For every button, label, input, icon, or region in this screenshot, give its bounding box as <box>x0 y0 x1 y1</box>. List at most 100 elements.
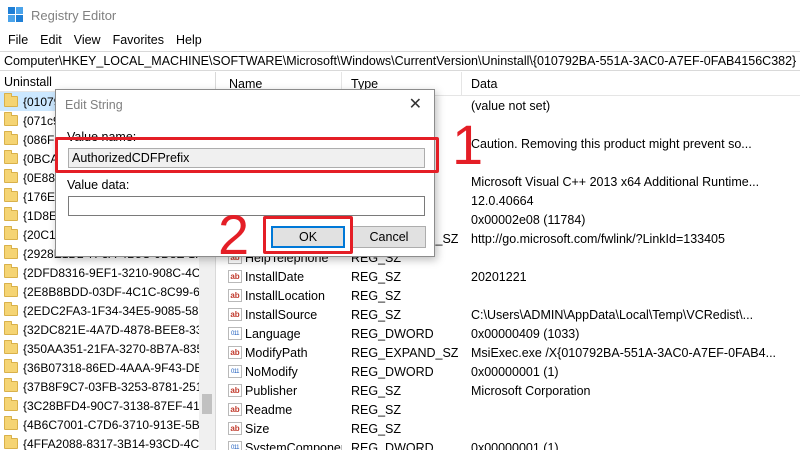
value-name: InstallSource <box>245 307 318 322</box>
value-type: REG_SZ <box>351 383 402 398</box>
reg-binary-icon: 011 <box>228 441 242 450</box>
value-name: Readme <box>245 402 293 417</box>
registry-editor-icon <box>8 7 24 23</box>
tree-item[interactable]: {4FFA2088-8317-3B14-93CD-4C699DB37843} <box>0 434 215 450</box>
address-bar[interactable]: Computer\HKEY_LOCAL_MACHINE\SOFTWARE\Mic… <box>0 51 800 71</box>
menu-file[interactable]: File <box>2 33 34 47</box>
value-name-cell: 011 SystemComponent <box>220 441 342 450</box>
cancel-button[interactable]: Cancel <box>352 226 426 248</box>
tree-item-label: {2EDC2FA3-1F34-34E5-9085-588C9EFD1CC6} <box>23 303 215 318</box>
value-type: REG_DWORD <box>351 440 434 450</box>
column-header-data[interactable]: Data <box>462 72 800 96</box>
folder-icon <box>4 93 18 107</box>
value-name-cell: ab Readme <box>220 403 342 417</box>
tree-item[interactable]: {4B6C7001-C7D6-3710-913E-5BC23FCE91E6} <box>0 415 215 434</box>
tree-item[interactable]: {2E8B8BDD-03DF-4C1C-8C99-6E4A2C7DCA5C} <box>0 282 215 301</box>
value-row[interactable]: ab Readme REG_SZ <box>220 400 800 419</box>
tree-item[interactable]: {37B8F9C7-03FB-3253-8781-2517C99D7C00} <box>0 377 215 396</box>
value-row[interactable]: ab Publisher REG_SZ Microsoft Corporation <box>220 381 800 400</box>
folder-icon <box>4 321 18 335</box>
tree-item-label: {4FFA2088-8317-3B14-93CD-4C699DB37843} <box>23 436 215 450</box>
value-row[interactable]: ab InstallDate REG_SZ 20201221 <box>220 267 800 286</box>
menu-edit[interactable]: Edit <box>34 33 68 47</box>
reg-string-icon: ab <box>228 308 242 321</box>
menu-favorites[interactable]: Favorites <box>107 33 170 47</box>
value-row[interactable]: ab InstallLocation REG_SZ <box>220 286 800 305</box>
value-name: InstallLocation <box>245 288 325 303</box>
tree-item-label: {2E8B8BDD-03DF-4C1C-8C99-6E4A2C7DCA5C} <box>23 284 215 299</box>
folder-icon <box>4 359 18 373</box>
menu-view[interactable]: View <box>68 33 107 47</box>
value-row[interactable]: ab Size REG_SZ <box>220 419 800 438</box>
value-name: NoModify <box>245 364 298 379</box>
reg-string-icon: ab <box>228 384 242 397</box>
reg-string-icon: ab <box>228 403 242 416</box>
value-data: 0x00000001 (1) <box>471 440 559 450</box>
value-type: REG_DWORD <box>351 364 434 379</box>
value-type: REG_SZ <box>351 269 402 284</box>
tree-item-label: {37B8F9C7-03FB-3253-8781-2517C99D7C00} <box>23 379 215 394</box>
folder-icon <box>4 283 18 297</box>
value-row[interactable]: ab ModifyPath REG_EXPAND_SZ MsiExec.exe /X{… <box>220 343 800 362</box>
value-data-label: Value data: <box>67 178 130 192</box>
tree-scrollbar-thumb[interactable] <box>202 394 212 414</box>
value-name-cell: 011 Language <box>220 327 342 341</box>
folder-icon <box>4 435 18 449</box>
menu-bar: File Edit View Favorites Help <box>0 30 800 50</box>
folder-icon <box>4 188 18 202</box>
menu-help[interactable]: Help <box>170 33 208 47</box>
reg-string-icon: ab <box>228 346 242 359</box>
reg-binary-icon: 011 <box>228 365 242 378</box>
folder-icon <box>4 264 18 278</box>
folder-icon <box>4 207 18 221</box>
folder-icon <box>4 378 18 392</box>
value-type: REG_SZ <box>351 288 402 303</box>
title-bar: Registry Editor <box>0 0 800 30</box>
value-data: 12.0.40664 <box>471 193 534 208</box>
step-number-2: 2 <box>218 203 250 266</box>
tree-item-label: {4B6C7001-C7D6-3710-913E-5BC23FCE91E6} <box>23 417 215 432</box>
reg-binary-icon: 011 <box>228 327 242 340</box>
folder-icon <box>4 112 18 126</box>
close-icon[interactable]: ✕ <box>409 94 422 114</box>
value-row[interactable]: 011 NoModify REG_DWORD 0x00000001 (1) <box>220 362 800 381</box>
value-name: InstallDate <box>245 269 305 284</box>
value-type: REG_DWORD <box>351 326 434 341</box>
value-row[interactable]: ab InstallSource REG_SZ C:\Users\ADMIN\AppD… <box>220 305 800 324</box>
tree-item[interactable]: {32DC821E-4A7D-4878-BEE8-337F1A9D3C1E} <box>0 320 215 339</box>
folder-icon <box>4 169 18 183</box>
value-data: 0x00000001 (1) <box>471 364 559 379</box>
tree-item-label: {350AA351-21FA-3270-8B7A-835434E766AD} <box>23 341 215 356</box>
value-name-cell: ab InstallDate <box>220 270 342 284</box>
value-type: REG_EXPAND_SZ <box>351 345 459 360</box>
value-data: 20201221 <box>471 269 527 284</box>
value-row[interactable]: 011 SystemComponent REG_DWORD 0x00000001 (1… <box>220 438 800 450</box>
value-data: 0x00000409 (1033) <box>471 326 580 341</box>
value-type: REG_SZ <box>351 307 402 322</box>
tree-item-label: {36B07318-86ED-4AAA-9F43-DB06D1C1EA2F} <box>23 360 215 375</box>
tree-item[interactable]: {2EDC2FA3-1F34-34E5-9085-588C9EFD1CC6} <box>0 301 215 320</box>
tree-item[interactable]: {2DFD8316-9EF1-3210-908C-4CB61961C1AC} <box>0 263 215 282</box>
folder-icon <box>4 340 18 354</box>
value-name: SystemComponent <box>245 440 342 450</box>
folder-icon <box>4 302 18 316</box>
highlight-value-name <box>55 137 439 173</box>
folder-icon <box>4 397 18 411</box>
value-data: (value not set) <box>471 98 551 113</box>
value-name: ModifyPath <box>245 345 308 360</box>
tree-item-label: {3C28BFD4-90C7-3138-87EF-418DC16E9598} <box>23 398 215 413</box>
tree-item[interactable]: {3C28BFD4-90C7-3138-87EF-418DC16E9598} <box>0 396 215 415</box>
value-data: Microsoft Visual C++ 2013 x64 Additional… <box>471 174 760 189</box>
value-name-cell: 011 NoModify <box>220 365 342 379</box>
highlight-ok-button <box>263 216 353 254</box>
dialog-title: Edit String <box>65 98 123 112</box>
folder-icon <box>4 416 18 430</box>
value-data: MsiExec.exe /X{010792BA-551A-3AC0-A7EF-0… <box>471 345 777 360</box>
value-name-cell: ab ModifyPath <box>220 346 342 360</box>
tree-item[interactable]: {350AA351-21FA-3270-8B7A-835434E766AD} <box>0 339 215 358</box>
tree-item[interactable]: {36B07318-86ED-4AAA-9F43-DB06D1C1EA2F} <box>0 358 215 377</box>
window-title: Registry Editor <box>31 7 117 23</box>
value-row[interactable]: 011 Language REG_DWORD 0x00000409 (1033) <box>220 324 800 343</box>
step-number-1: 1 <box>452 113 484 176</box>
reg-string-icon: ab <box>228 289 242 302</box>
